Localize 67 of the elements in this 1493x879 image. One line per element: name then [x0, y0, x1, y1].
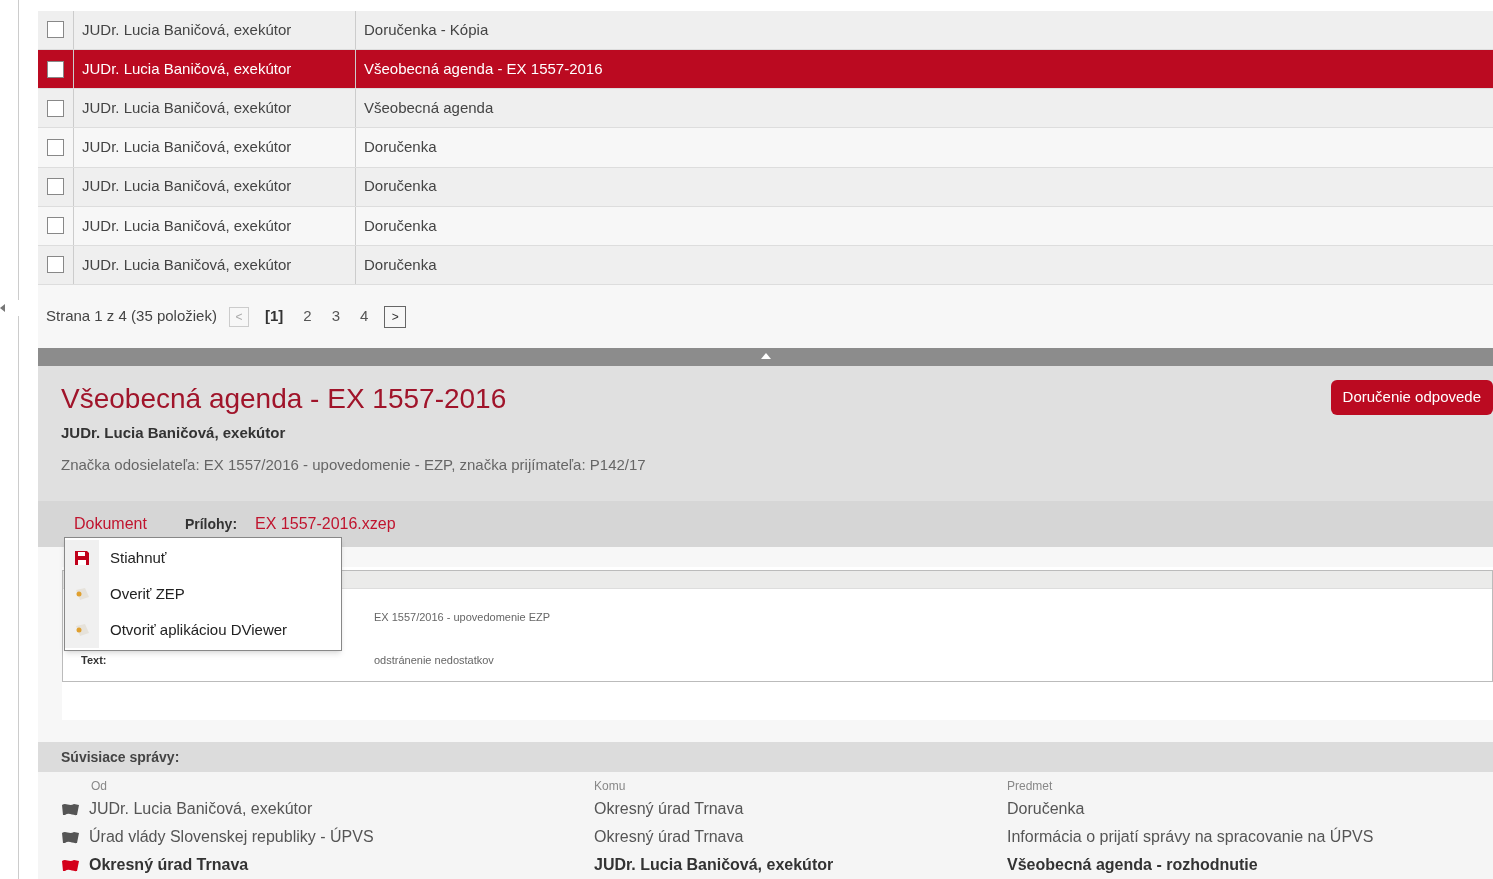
table-cell: JUDr. Lucia Baničová, exekútor: [74, 167, 356, 206]
table-cell-text: Úrad vlády Slovenskej republiky - ÚPVS: [89, 826, 374, 848]
message-row[interactable]: JUDr. Lucia Baničová, exekútor Doručenka: [38, 245, 1493, 286]
table-cell-text: Všeobecná agenda: [363, 98, 495, 119]
document-tab[interactable]: Dokument: [74, 512, 147, 537]
table-cell-text: Informácia o prijatí správy na spracovanie na ÚPVS: [1007, 826, 1375, 848]
column-header: Predmet: [1007, 778, 1054, 796]
checkbox[interactable]: [47, 60, 64, 78]
checkbox[interactable]: [47, 99, 64, 117]
menu-item[interactable]: Overiť ZEP: [65, 576, 341, 613]
table-cell-text: Doručenka: [363, 137, 438, 158]
page-summary: Strana 1 z 4 (35 položiek): [46, 306, 217, 327]
related-row[interactable]: Okresný úrad Trnava JUDr. Lucia Baničová, exekútor Všeobecná agenda - rozhodnutie: [61, 851, 1493, 879]
table-cell: JUDr. Lucia Baničová, exekútor: [74, 206, 356, 245]
table-cell: JUDr. Lucia Baničová, exekútor: [74, 50, 356, 89]
page-link[interactable]: [1]: [260, 305, 288, 328]
menu-item[interactable]: Otvoriť aplikáciou DViewer: [65, 612, 341, 649]
table-cell-text: Doručenka: [363, 176, 438, 197]
attachment-link[interactable]: EX 1557-2016.xzep: [255, 512, 396, 537]
checkbox[interactable]: [47, 256, 64, 274]
table-cell-text: Doručenka: [1007, 799, 1086, 820]
message-title: Všeobecná agenda - EX 1557-2016: [61, 382, 508, 417]
page-link[interactable]: 2: [299, 305, 316, 328]
table-cell-text: Okresný úrad Trnava: [89, 855, 249, 876]
table-cell-text: Doručenka: [363, 215, 438, 236]
checkbox[interactable]: [47, 138, 64, 156]
related-row[interactable]: JUDr. Lucia Baničová, exekútor Okresný úrad Trnava Doručenka: [61, 795, 1493, 824]
table-cell: JUDr. Lucia Baničová, exekútor: [74, 89, 356, 128]
next-page-button[interactable]: >: [384, 305, 407, 328]
reply-button[interactable]: Doručenie odpovede: [1330, 380, 1493, 416]
message-row[interactable]: JUDr. Lucia Baničová, exekútor Doručenka: [38, 167, 1493, 207]
table-cell-text: Okresný úrad Trnava: [594, 827, 745, 848]
caret-icon: [0, 304, 5, 312]
page-link[interactable]: 3: [327, 305, 344, 328]
message-row[interactable]: JUDr. Lucia Baničová, exekútor Doručenka: [38, 128, 1493, 168]
page-link[interactable]: 4: [355, 305, 373, 328]
table-cell-text: Okresný úrad Trnava: [594, 799, 745, 820]
document-seal-icon: [73, 586, 91, 603]
table-cell: JUDr. Lucia Baničová, exekútor: [74, 245, 356, 285]
table-cell-text: JUDr. Lucia Baničová, exekútor: [594, 855, 835, 876]
document-seal-icon: [73, 622, 91, 639]
table-cell: JUDr. Lucia Baničová, exekútor: [74, 10, 356, 50]
document-text-label: Text:: [80, 652, 108, 668]
message-sender: JUDr. Lucia Baničová, exekútor: [61, 423, 287, 444]
column-header: Komu: [594, 778, 627, 796]
document-text: odstránenie nedostatkov: [374, 652, 494, 668]
table-cell-text: JUDr. Lucia Baničová, exekútor: [89, 799, 313, 820]
document-subject: EX 1557/2016 - upovedomenie EZP: [374, 610, 552, 626]
message-row[interactable]: JUDr. Lucia Baničová, exekútor Všeobecná agenda - EX 1557-2016: [38, 50, 1493, 90]
message-row[interactable]: JUDr. Lucia Baničová, exekútor Doručenka - Kópia: [38, 10, 1493, 51]
related-row[interactable]: Úrad vlády Slovenskej republiky - ÚPVS Okresný úrad Trnava Informácia o prijatí správy na spracovanie na ÚPVS: [61, 823, 1493, 852]
table-cell-text: Všeobecná agenda - EX 1557-2016: [363, 58, 604, 79]
checkbox[interactable]: [47, 217, 64, 235]
table-cell-text: Doručenka: [363, 254, 438, 275]
table-cell-text: Doručenka - Kópia: [363, 19, 490, 40]
related-title: Súvisiace správy:: [61, 747, 180, 767]
checkbox[interactable]: [47, 21, 64, 39]
column-header: Od: [90, 778, 108, 796]
attachments-label: Prílohy:: [184, 514, 238, 534]
table-cell: JUDr. Lucia Baničová, exekútor: [74, 128, 356, 167]
message-row[interactable]: JUDr. Lucia Baničová, exekútor Doručenka: [38, 206, 1493, 246]
message-reference: Značka odosielateľa: EX 1557/2016 - upovedomenie - EZP, značka prijímateľa: P142/17: [61, 454, 647, 475]
message-row[interactable]: JUDr. Lucia Baničová, exekútor Všeobecná agenda: [38, 89, 1493, 129]
caret-up-icon: [760, 353, 771, 360]
menu-item[interactable]: Stiahnuť: [65, 540, 341, 577]
checkbox[interactable]: [47, 178, 64, 196]
table-cell-text: Všeobecná agenda - rozhodnutie: [1007, 855, 1259, 876]
